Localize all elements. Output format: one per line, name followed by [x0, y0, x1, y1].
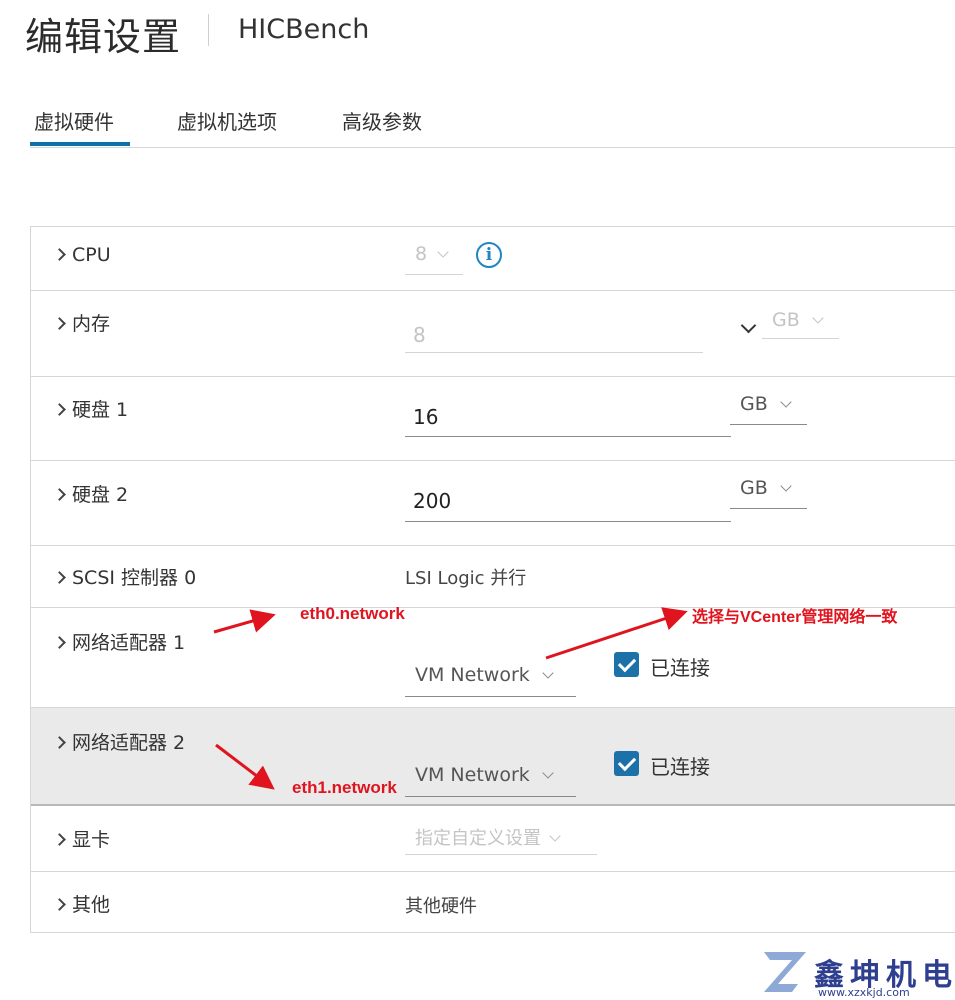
row-hard-disk-2: 硬盘 2 200 GB — [31, 461, 955, 546]
scsi-label: SCSI 控制器 0 — [72, 567, 197, 589]
chevron-down-icon — [812, 312, 824, 324]
watermark-url: www.xzxkjd.com — [818, 986, 910, 999]
chevron-down-icon — [437, 246, 449, 258]
chevron-right-icon — [53, 833, 66, 846]
chevron-right-icon — [53, 736, 66, 749]
other-hardware-value: 其他硬件 — [405, 896, 477, 917]
row-video-card: 显卡 指定自定义设置 — [31, 806, 955, 872]
title-divider — [208, 14, 209, 46]
nic1-network-value: VM Network — [415, 664, 530, 686]
scsi-type-value: LSI Logic 并行 — [405, 568, 527, 589]
row-network-adapter-2: 网络适配器 2 VM Network 已连接 — [31, 708, 955, 806]
video-settings-value: 指定自定义设置 — [415, 828, 541, 849]
active-tab-indicator — [30, 142, 130, 146]
scsi-expand-toggle[interactable]: SCSI 控制器 0 — [53, 563, 197, 590]
disk2-unit-select[interactable]: GB — [730, 477, 807, 509]
cpu-count-select[interactable]: 8 — [405, 243, 463, 275]
nic1-connected-label: 已连接 — [650, 656, 710, 680]
chevron-down-icon — [780, 396, 792, 408]
tab-virtual-hardware[interactable]: 虚拟硬件 — [34, 106, 114, 135]
memory-unit-value: GB — [772, 309, 800, 331]
chevron-right-icon — [53, 403, 66, 416]
info-icon[interactable]: i — [476, 242, 502, 268]
tab-bar: 虚拟硬件 虚拟机选项 高级参数 — [30, 100, 955, 148]
disk1-label: 硬盘 1 — [72, 399, 129, 421]
watermark: 鑫坤机电 www.xzxkjd.com — [762, 948, 952, 999]
memory-size-input[interactable]: 8 — [405, 323, 703, 353]
disk2-unit-value: GB — [740, 477, 768, 499]
chevron-down-icon — [542, 767, 554, 779]
chevron-down-icon — [542, 667, 554, 679]
video-label: 显卡 — [72, 829, 111, 851]
nic2-label: 网络适配器 2 — [72, 732, 186, 754]
chevron-right-icon — [53, 488, 66, 501]
chevron-down-icon — [780, 480, 792, 492]
eth1-annotation: eth1.network — [292, 778, 397, 797]
chevron-down-icon[interactable] — [740, 317, 757, 334]
cpu-label: CPU — [72, 244, 111, 266]
nic2-network-value: VM Network — [415, 764, 530, 786]
cpu-expand-toggle[interactable]: CPU — [53, 244, 111, 266]
disk1-expand-toggle[interactable]: 硬盘 1 — [53, 395, 129, 422]
chevron-right-icon — [53, 248, 66, 261]
disk2-label: 硬盘 2 — [72, 484, 129, 506]
hardware-panel: CPU 8 i 内存 8 GB 硬盘 1 16 GB 硬盘 2 200 GB S… — [30, 226, 955, 933]
disk1-unit-select[interactable]: GB — [730, 393, 807, 425]
eth0-annotation: eth0.network — [300, 604, 405, 623]
row-cpu: CPU 8 i — [31, 227, 955, 291]
nic1-network-select[interactable]: VM Network — [405, 664, 576, 697]
row-scsi-controller: SCSI 控制器 0 LSI Logic 并行 — [31, 546, 955, 608]
disk2-expand-toggle[interactable]: 硬盘 2 — [53, 480, 129, 507]
disk1-unit-value: GB — [740, 393, 768, 415]
tab-advanced-parameters[interactable]: 高级参数 — [342, 106, 422, 135]
memory-expand-toggle[interactable]: 内存 — [53, 309, 111, 336]
nic2-connected-label: 已连接 — [650, 755, 710, 779]
memory-label: 内存 — [72, 313, 111, 335]
other-expand-toggle[interactable]: 其他 — [53, 890, 111, 917]
nic2-expand-toggle[interactable]: 网络适配器 2 — [53, 728, 186, 755]
video-settings-select[interactable]: 指定自定义设置 — [405, 824, 597, 855]
chevron-down-icon — [549, 830, 561, 842]
cpu-count-value: 8 — [415, 243, 428, 265]
memory-unit-select[interactable]: GB — [762, 309, 839, 339]
video-expand-toggle[interactable]: 显卡 — [53, 825, 111, 852]
chevron-right-icon — [53, 636, 66, 649]
page-title: 编辑设置 — [25, 15, 182, 59]
row-hard-disk-1: 硬盘 1 16 GB — [31, 377, 955, 461]
chevron-right-icon — [53, 898, 66, 911]
vm-name: HICBench — [238, 14, 370, 45]
disk1-size-input[interactable]: 16 — [405, 405, 731, 437]
vcenter-note-annotation: 选择与VCenter管理网络一致 — [692, 609, 898, 626]
disk2-size-input[interactable]: 200 — [405, 489, 731, 522]
other-label: 其他 — [72, 894, 111, 916]
nic1-connected-checkbox[interactable] — [614, 652, 639, 677]
chevron-right-icon — [53, 317, 66, 330]
row-other: 其他 其他硬件 — [31, 872, 955, 933]
nic1-label: 网络适配器 1 — [72, 632, 186, 654]
nic1-expand-toggle[interactable]: 网络适配器 1 — [53, 628, 186, 655]
nic2-network-select[interactable]: VM Network — [405, 764, 576, 797]
brand-logo-icon — [764, 952, 806, 992]
row-memory: 内存 8 GB — [31, 291, 955, 377]
chevron-right-icon — [53, 571, 66, 584]
tab-vm-options[interactable]: 虚拟机选项 — [177, 106, 277, 135]
nic2-connected-checkbox[interactable] — [614, 751, 639, 776]
